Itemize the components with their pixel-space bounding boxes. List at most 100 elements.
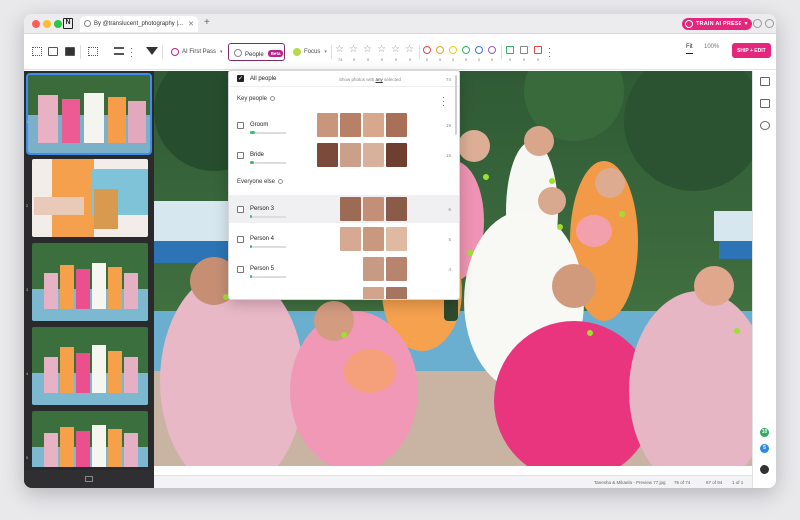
green-label-filter[interactable] [462, 46, 470, 54]
orange-label-filter[interactable] [436, 46, 444, 54]
status-selected-count: 1 of 1 [732, 480, 744, 485]
train-preset-dropdown-icon[interactable]: ▾ [741, 19, 751, 29]
color-count: 0 [478, 57, 481, 62]
rejected-filter[interactable] [534, 46, 542, 54]
person-row-6[interactable] [229, 285, 459, 299]
close-tab-icon[interactable]: ✕ [188, 20, 194, 28]
settings-icon[interactable] [765, 19, 774, 28]
divider [501, 45, 502, 59]
thumbnail-2[interactable] [32, 159, 148, 237]
star-count: 0 [367, 57, 370, 62]
star-filter-3[interactable]: ☆ [377, 44, 386, 55]
person-checkbox[interactable] [237, 152, 244, 159]
people-filter[interactable]: People Beta [228, 43, 285, 61]
face-thumbnail[interactable] [386, 227, 407, 251]
face-thumbnail[interactable] [340, 227, 361, 251]
person-checkbox[interactable] [237, 122, 244, 129]
show-photos-prefix: Show photos with [339, 77, 375, 82]
ai-preset-icon [685, 20, 693, 28]
star-filter-1[interactable]: ☆ [349, 44, 358, 55]
ai-first-pass-filter[interactable]: AI First Pass ▾ [166, 43, 231, 61]
face-thumbnail[interactable] [340, 143, 361, 167]
filmstrip-settings-icon[interactable] [85, 476, 93, 482]
person-checkbox[interactable] [237, 236, 244, 243]
face-thumbnail[interactable] [386, 113, 407, 137]
purple-label-filter[interactable] [488, 46, 496, 54]
info-icon[interactable] [270, 96, 276, 101]
color-count: 0 [426, 57, 429, 62]
zoom-100-tab[interactable]: 100% [704, 44, 719, 50]
key-people-menu-icon[interactable]: · · · [442, 93, 445, 110]
blue-label-filter[interactable] [475, 46, 483, 54]
ship-edit-button[interactable]: SHIP + EDIT [732, 43, 771, 58]
person-photo-count: 19 [445, 123, 451, 128]
star-filter-0[interactable]: ☆ [335, 44, 344, 55]
filter-icon[interactable] [146, 47, 158, 55]
face-thumbnail[interactable] [386, 287, 407, 299]
face-thumbnail[interactable] [386, 143, 407, 167]
face-thumbnail[interactable] [363, 197, 384, 221]
compare-view-icon[interactable] [88, 47, 98, 56]
thumbnail-1[interactable] [26, 73, 152, 155]
all-people-checkbox[interactable]: ✓ [237, 75, 244, 82]
person-confidence-bar [250, 131, 286, 134]
app-logo-icon[interactable]: N [63, 18, 73, 29]
person-icon [234, 49, 242, 57]
picked-count-badge[interactable]: 10 [760, 428, 769, 437]
adjust-icon[interactable] [760, 121, 770, 130]
grid-view-icon[interactable] [32, 47, 42, 56]
list-view-icon[interactable] [114, 47, 124, 55]
star-filter-2[interactable]: ☆ [363, 44, 372, 55]
fit-zoom-tab[interactable]: Fit [686, 44, 693, 54]
maximize-window-button[interactable] [54, 20, 62, 28]
thumbnail-3[interactable] [32, 243, 148, 321]
person-row-3[interactable]: Person 3 6 [229, 195, 459, 223]
yellow-label-filter[interactable] [449, 46, 457, 54]
face-thumbnail[interactable] [386, 257, 407, 281]
red-label-filter[interactable] [423, 46, 431, 54]
layout-grid-icon[interactable] [760, 77, 770, 86]
browser-tab[interactable]: By @translucent_photography |... ✕ [80, 16, 198, 32]
person-checkbox[interactable] [237, 206, 244, 213]
match-mode-toggle[interactable]: any [376, 77, 383, 82]
face-thumbnail[interactable] [363, 227, 384, 251]
star-filter-4[interactable]: ☆ [391, 44, 400, 55]
close-window-button[interactable] [32, 20, 40, 28]
person-name: Person 3 [250, 206, 275, 212]
more-view-options-icon[interactable]: · · · [130, 44, 133, 61]
image-info-icon[interactable] [760, 99, 770, 108]
person-row-bride[interactable]: Bride 15 [229, 141, 459, 169]
person-row-4[interactable]: Person 4 5 [229, 225, 459, 253]
all-people-row[interactable]: ✓ All people Show photos with any select… [229, 71, 459, 87]
person-row-groom[interactable]: Groom 19 [229, 111, 459, 139]
info-icon[interactable] [278, 179, 284, 184]
person-checkbox[interactable] [237, 266, 244, 273]
unflagged-filter[interactable] [520, 46, 528, 54]
picked-filter[interactable] [506, 46, 514, 54]
user-icon[interactable] [760, 465, 769, 474]
minimize-window-button[interactable] [43, 20, 51, 28]
star-filter-5[interactable]: ☆ [405, 44, 414, 55]
help-icon[interactable] [753, 19, 762, 28]
face-thumbnail[interactable] [363, 113, 384, 137]
loupe-view-icon[interactable] [48, 47, 58, 56]
selected-count-badge[interactable]: 5 [760, 444, 769, 453]
face-thumbnail[interactable] [386, 197, 407, 221]
focus-filter[interactable]: Focus ▾ [288, 43, 335, 61]
star-count: 0 [353, 57, 356, 62]
filmstrip-view-icon[interactable] [65, 47, 75, 56]
person-photo-count: 15 [445, 153, 451, 158]
more-filters-icon[interactable]: · · · [548, 44, 551, 61]
face-thumbnail[interactable] [317, 143, 338, 167]
right-rail: 10 5 [752, 71, 776, 488]
face-thumbnail[interactable] [363, 257, 384, 281]
person-row-5[interactable]: Person 5 4 [229, 255, 459, 283]
thumbnail-4[interactable] [32, 327, 148, 405]
face-thumbnail[interactable] [340, 113, 361, 137]
face-thumbnail[interactable] [340, 197, 361, 221]
divider [162, 45, 163, 59]
face-thumbnail[interactable] [363, 143, 384, 167]
face-thumbnail[interactable] [363, 287, 384, 299]
face-thumbnail[interactable] [317, 113, 338, 137]
new-tab-icon[interactable]: + [204, 17, 210, 28]
